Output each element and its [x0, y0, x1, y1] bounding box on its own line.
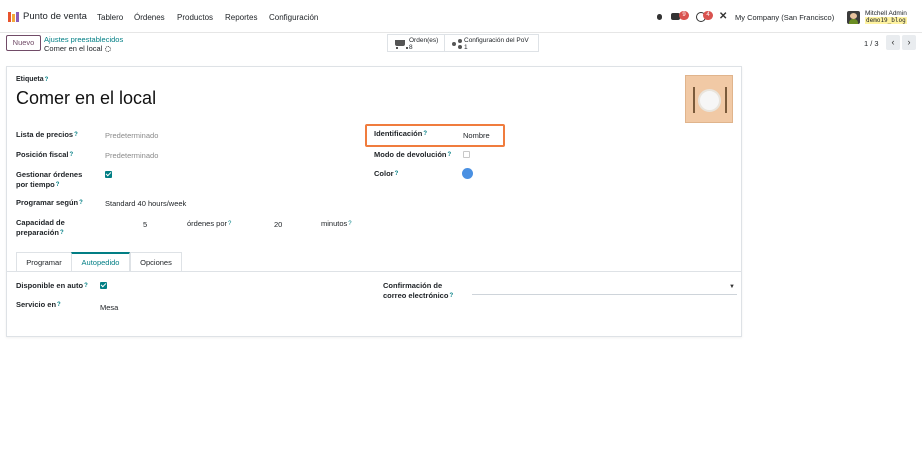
capacity-label-text: preparación [16, 228, 59, 237]
color-label-text: Color [374, 169, 394, 178]
tools-icon[interactable]: ✕ [719, 12, 729, 22]
breadcrumb-current: Comer en el local [44, 44, 112, 53]
help-icon[interactable]: ? [74, 132, 78, 138]
chevron-down-icon[interactable]: ▼ [729, 284, 735, 290]
return-mode-label-text: Modo de devolución [374, 150, 447, 159]
chat-badge: 9 [679, 11, 689, 20]
new-button[interactable]: Nuevo [6, 35, 41, 51]
menu-reportes[interactable]: Reportes [225, 13, 257, 22]
help-icon[interactable]: ? [70, 152, 74, 158]
help-icon[interactable]: ? [79, 200, 83, 206]
pos-config-smart-button[interactable]: Configuración del PoV 1 [444, 34, 539, 52]
help-icon[interactable]: ? [449, 293, 453, 299]
help-icon[interactable]: ? [45, 77, 49, 83]
help-icon[interactable]: ? [56, 182, 60, 188]
available-label: Disponible en auto? [16, 281, 88, 291]
manage-orders-checkbox[interactable] [105, 171, 112, 178]
knife-icon [725, 87, 727, 113]
fiscal-position-field[interactable]: Predeterminado [105, 151, 158, 160]
pos-config-count: 1 [464, 44, 468, 51]
minutes-label-text: minutos [321, 219, 348, 228]
help-icon[interactable]: ? [57, 302, 61, 308]
pricelist-label-text: Lista de precios [16, 130, 74, 139]
help-icon[interactable]: ? [395, 171, 399, 177]
help-icon[interactable]: ? [228, 221, 231, 227]
schedule-label: Programar según? [16, 198, 83, 208]
label-title: Etiqueta? [16, 75, 48, 85]
capacity-field[interactable]: 5 [143, 220, 147, 229]
menu-productos[interactable]: Productos [177, 13, 213, 22]
help-icon[interactable]: ? [60, 230, 64, 236]
form-sheet: Etiqueta? Comer en el local Lista de pre… [6, 66, 742, 337]
avatar[interactable] [847, 11, 860, 24]
pricelist-field[interactable]: Predeterminado [105, 131, 158, 140]
available-checkbox[interactable] [100, 282, 107, 289]
manage-orders-label-line2: por tiempo? [16, 180, 59, 190]
pos-config-label: Configuración del PoV [464, 37, 529, 44]
share-icon [452, 39, 462, 49]
menu-configuracion[interactable]: Configuración [269, 13, 318, 22]
top-navbar: Punto de venta Tablero Órdenes Productos… [0, 0, 922, 33]
orders-per-label: órdenes por? [187, 219, 231, 229]
orders-label: Orden(es) [409, 37, 439, 44]
plate-icon [698, 89, 721, 112]
tab-autopedido[interactable]: Autopedido [71, 252, 130, 272]
schedule-field[interactable]: Standard 40 hours/week [105, 199, 186, 208]
pager-value[interactable]: 1 / 3 [864, 39, 879, 48]
app-brand[interactable]: Punto de venta [23, 11, 87, 22]
color-label: Color? [374, 169, 398, 179]
help-icon[interactable]: ? [348, 221, 351, 227]
email-label-text: correo electrónico [383, 291, 449, 300]
tab-programar[interactable]: Programar [16, 252, 72, 272]
available-label-text: Disponible en auto [16, 281, 84, 290]
pricelist-label: Lista de precios? [16, 130, 78, 140]
email-label-line2: correo electrónico? [383, 291, 453, 301]
service-label: Servicio en? [16, 300, 61, 310]
activity-badge: 4 [703, 11, 713, 20]
fiscal-position-label-text: Posición fiscal [16, 150, 69, 159]
pager-next-button[interactable]: › [902, 35, 916, 50]
preset-image[interactable] [685, 75, 733, 123]
color-picker[interactable] [462, 168, 473, 179]
tabs-divider [7, 271, 741, 272]
cart-icon [395, 40, 408, 49]
service-field[interactable]: Mesa [100, 303, 118, 312]
tab-opciones[interactable]: Opciones [130, 252, 182, 272]
email-dropdown[interactable] [472, 294, 737, 295]
gear-icon[interactable] [105, 46, 112, 52]
return-mode-checkbox[interactable] [463, 151, 470, 158]
minutes-label: minutos? [321, 219, 352, 229]
capacity-label-line2: preparación? [16, 228, 64, 238]
fiscal-position-label: Posición fiscal? [16, 150, 73, 160]
email-label-line1: Confirmación de [383, 281, 443, 290]
label-title-text: Etiqueta [16, 76, 44, 83]
minutes-field[interactable]: 20 [274, 220, 282, 229]
pager-prev-button[interactable]: ‹ [886, 35, 900, 50]
preset-name-field[interactable]: Comer en el local [16, 88, 156, 109]
service-label-text: Servicio en [16, 300, 57, 309]
user-name[interactable]: Mitchell Admin [865, 10, 907, 17]
breadcrumb-parent[interactable]: Ajustes preestablecidos [44, 35, 123, 44]
database-name: demo19_blog [865, 17, 907, 24]
return-mode-label: Modo de devolución? [374, 150, 451, 160]
breadcrumb-current-label: Comer en el local [44, 44, 103, 53]
fork-icon [693, 87, 695, 113]
bug-icon[interactable] [655, 12, 665, 22]
manage-orders-label-text: por tiempo [16, 180, 55, 189]
menu-tablero[interactable]: Tablero [97, 13, 123, 22]
capacity-label-line1: Capacidad de [16, 218, 65, 227]
help-icon[interactable]: ? [84, 283, 88, 289]
orders-smart-button[interactable]: Orden(es) 8 [387, 34, 445, 52]
apps-icon[interactable] [8, 12, 19, 22]
schedule-label-text: Programar según [16, 198, 79, 207]
menu-ordenes[interactable]: Órdenes [134, 13, 165, 22]
company-switcher[interactable]: My Company (San Francisco) [735, 13, 834, 22]
orders-per-label-text: órdenes por [187, 219, 228, 228]
manage-orders-label-line1: Gestionar órdenes [16, 170, 83, 179]
help-icon[interactable]: ? [448, 152, 452, 158]
orders-count: 8 [409, 44, 413, 51]
highlight-frame [365, 124, 505, 147]
